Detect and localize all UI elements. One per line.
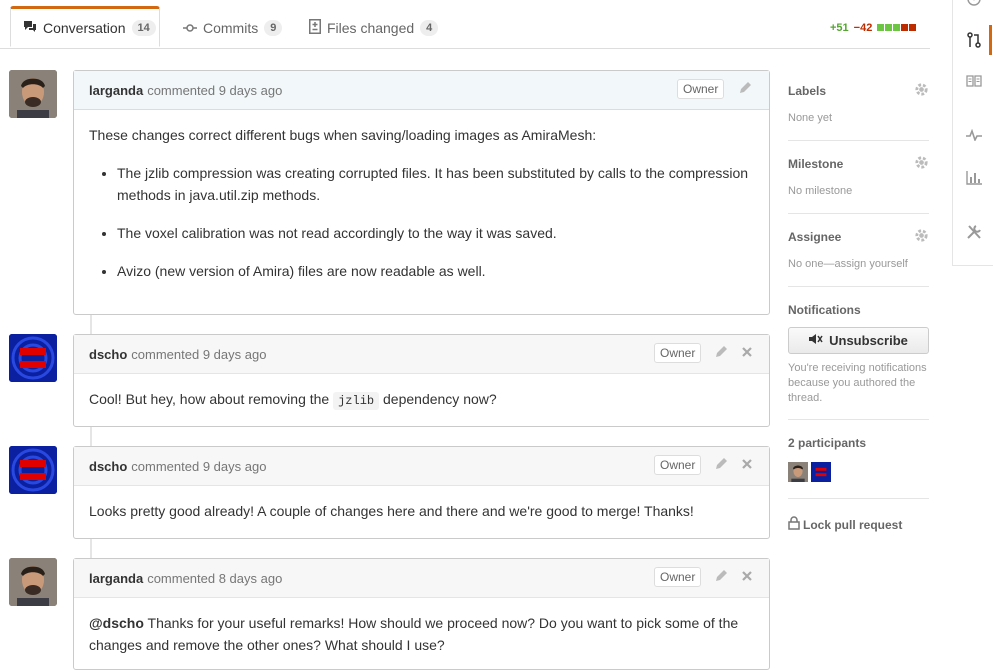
comment-author[interactable]: larganda bbox=[89, 571, 143, 586]
graphs-icon[interactable] bbox=[959, 163, 989, 193]
owner-badge: Owner bbox=[654, 343, 701, 363]
owner-badge: Owner bbox=[654, 567, 701, 587]
commit-icon bbox=[183, 20, 197, 36]
tab-label: Files changed bbox=[327, 20, 414, 36]
inline-code: jzlib bbox=[333, 392, 379, 410]
tab-label: Conversation bbox=[43, 20, 126, 36]
bullet-list: The jzlib compression was creating corru… bbox=[89, 162, 754, 282]
tab-count: 4 bbox=[420, 20, 438, 36]
participants-title: 2 participants bbox=[788, 436, 929, 450]
pulse-icon[interactable] bbox=[959, 120, 989, 150]
tab-files-changed[interactable]: Files changed 4 bbox=[309, 9, 438, 47]
comment-discussion-icon bbox=[23, 20, 37, 36]
notifications-section: Notifications Unsubscribe You're receivi… bbox=[788, 303, 929, 420]
gear-icon[interactable] bbox=[914, 82, 929, 101]
comment-1: larganda commented 9 days ago Owner Thes… bbox=[73, 70, 770, 315]
avatar[interactable] bbox=[9, 446, 57, 494]
lock-pull-request-link[interactable]: Lock pull request bbox=[788, 516, 902, 533]
assignee-value[interactable]: No one—assign yourself bbox=[788, 258, 929, 270]
list-item: The voxel calibration was not read accor… bbox=[117, 222, 754, 244]
file-diff-icon bbox=[309, 19, 321, 37]
milestone-title: Milestone bbox=[788, 157, 929, 171]
comment-body: These changes correct different bugs whe… bbox=[74, 110, 769, 312]
close-icon[interactable] bbox=[741, 569, 753, 585]
participants-section: 2 participants bbox=[788, 436, 929, 499]
unsubscribe-button[interactable]: Unsubscribe bbox=[788, 327, 929, 354]
repo-nav-rail bbox=[952, 0, 993, 266]
comment-header: larganda commented 9 days ago Owner bbox=[74, 71, 769, 110]
comment-header: dscho commented 9 days ago Owner bbox=[74, 335, 769, 374]
comment-author[interactable]: dscho bbox=[89, 459, 127, 474]
labels-section: Labels None yet bbox=[788, 84, 929, 141]
mute-icon bbox=[809, 333, 823, 348]
discussion-sidebar: Labels None yet Milestone No milestone A… bbox=[788, 0, 929, 647]
comment-2: dscho commented 9 days ago Owner Cool! B… bbox=[73, 334, 770, 427]
avatar[interactable] bbox=[9, 70, 57, 118]
close-icon[interactable] bbox=[741, 345, 753, 361]
comment-text: These changes correct different bugs whe… bbox=[89, 124, 754, 146]
labels-value: None yet bbox=[788, 112, 929, 124]
participant-avatars bbox=[788, 462, 929, 482]
pencil-icon[interactable] bbox=[738, 81, 752, 98]
close-icon[interactable] bbox=[741, 457, 753, 473]
issues-icon[interactable] bbox=[959, 0, 989, 14]
user-mention[interactable]: @dscho bbox=[89, 615, 144, 631]
comment-body: Cool! But hey, how about removing the jz… bbox=[74, 374, 769, 426]
list-item: The jzlib compression was creating corru… bbox=[117, 162, 754, 206]
assignee-section: Assignee No one—assign yourself bbox=[788, 230, 929, 287]
comment-text: Cool! But hey, how about removing the bbox=[89, 391, 333, 407]
notifications-title: Notifications bbox=[788, 303, 929, 317]
pencil-icon[interactable] bbox=[714, 569, 728, 586]
comment-body: @dscho Thanks for your useful remarks! H… bbox=[74, 598, 769, 670]
gear-icon[interactable] bbox=[914, 228, 929, 247]
comment-timestamp[interactable]: commented 9 days ago bbox=[147, 83, 282, 98]
comment-text: Looks pretty good already! A couple of c… bbox=[89, 503, 694, 519]
comment-timestamp[interactable]: commented 8 days ago bbox=[147, 571, 282, 586]
comment-4: larganda commented 8 days ago Owner @dsc… bbox=[73, 558, 770, 670]
avatar[interactable] bbox=[811, 462, 831, 482]
tab-count: 9 bbox=[264, 20, 282, 36]
comment-body: Looks pretty good already! A couple of c… bbox=[74, 486, 769, 536]
milestone-section: Milestone No milestone bbox=[788, 157, 929, 214]
comment-timestamp[interactable]: commented 9 days ago bbox=[131, 459, 266, 474]
unsubscribe-label: Unsubscribe bbox=[829, 333, 908, 348]
settings-tools-icon[interactable] bbox=[959, 217, 989, 247]
comment-3: dscho commented 9 days ago Owner Looks p… bbox=[73, 446, 770, 539]
owner-badge: Owner bbox=[677, 79, 724, 99]
notifications-note: You're receiving notifications because y… bbox=[788, 361, 929, 406]
lock-label: Lock pull request bbox=[803, 518, 902, 532]
gear-icon[interactable] bbox=[914, 155, 929, 174]
tab-label: Commits bbox=[203, 20, 258, 36]
avatar[interactable] bbox=[788, 462, 808, 482]
milestone-value: No milestone bbox=[788, 185, 929, 197]
wiki-icon[interactable] bbox=[959, 66, 989, 96]
tab-count: 14 bbox=[132, 20, 156, 36]
pull-request-icon[interactable] bbox=[959, 25, 992, 55]
list-item: Avizo (new version of Amira) files are n… bbox=[117, 260, 754, 282]
labels-title: Labels bbox=[788, 84, 929, 98]
owner-badge: Owner bbox=[654, 455, 701, 475]
tab-commits[interactable]: Commits 9 bbox=[183, 9, 282, 47]
comment-text: dependency now? bbox=[379, 391, 497, 407]
comment-header: dscho commented 9 days ago Owner bbox=[74, 447, 769, 486]
comment-author[interactable]: larganda bbox=[89, 83, 143, 98]
lock-icon bbox=[788, 516, 800, 533]
comment-header: larganda commented 8 days ago Owner bbox=[74, 559, 769, 598]
comment-text: Thanks for your useful remarks! How shou… bbox=[89, 615, 738, 653]
comment-timestamp[interactable]: commented 9 days ago bbox=[131, 347, 266, 362]
assignee-title: Assignee bbox=[788, 230, 929, 244]
tab-conversation[interactable]: Conversation 14 bbox=[10, 6, 160, 47]
pencil-icon[interactable] bbox=[714, 345, 728, 362]
comment-author[interactable]: dscho bbox=[89, 347, 127, 362]
pencil-icon[interactable] bbox=[714, 457, 728, 474]
avatar[interactable] bbox=[9, 334, 57, 382]
avatar[interactable] bbox=[9, 558, 57, 606]
